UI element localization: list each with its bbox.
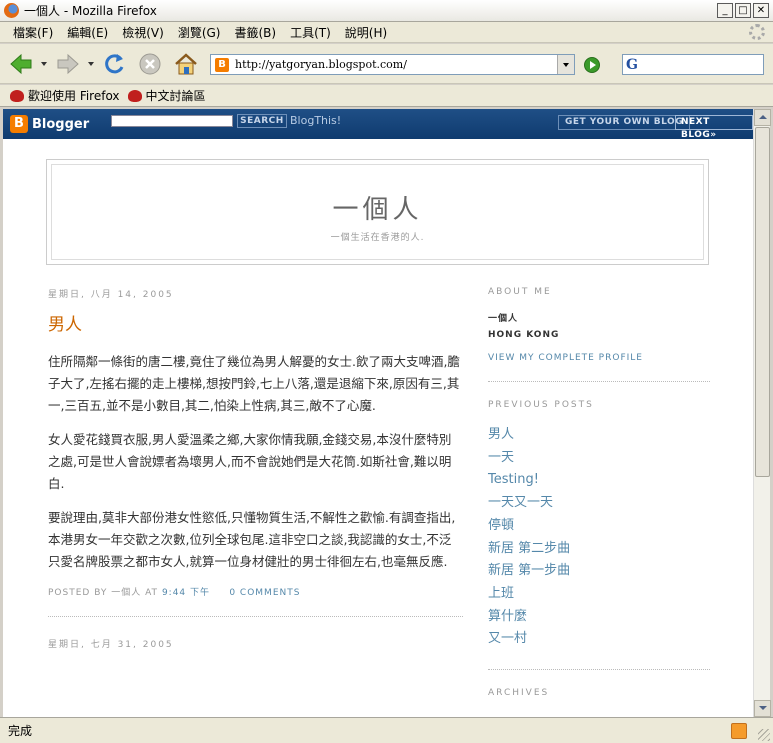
about-me-heading: ABOUT ME — [488, 287, 552, 297]
bookmark-icon — [10, 89, 24, 102]
page-viewport: B Blogger SEARCH BlogThis! GET YOUR OWN … — [3, 109, 753, 717]
blog-search-input[interactable] — [111, 115, 233, 127]
blogger-logo[interactable]: B Blogger — [10, 115, 89, 133]
bookmark-label: 中文討論區 — [145, 89, 206, 103]
blog-description: 一個生活在香港的人. — [330, 233, 425, 243]
menu-tools[interactable]: 工具(T) — [283, 24, 338, 41]
url-bar[interactable]: B http://yatgoryan.blogspot.com/ — [210, 54, 575, 75]
blogger-favicon-icon: B — [215, 57, 229, 72]
posted-by: POSTED BY 一個人 AT — [48, 588, 159, 598]
menu-go[interactable]: 瀏覽(G) — [171, 24, 228, 41]
next-blog-button[interactable]: NEXT BLOG» — [675, 115, 753, 140]
window-title: 一個人 - Mozilla Firefox — [24, 4, 157, 18]
url-text[interactable]: http://yatgoryan.blogspot.com/ — [235, 58, 407, 71]
bookmark-label: 歡迎使用 Firefox — [28, 89, 120, 103]
main-column: 星期日, 八月 14, 2005 男人 住所隔鄰一條街的唐二樓,竟住了幾位為男人… — [48, 287, 463, 660]
post-paragraph: 要說理由,莫非大部份港女性慾低,只懂物質生活,不解性之歡愉.有調查指出,本港男女… — [48, 510, 456, 569]
previous-post-link[interactable]: 新居 第一步曲 — [488, 560, 710, 583]
back-dropdown-icon[interactable] — [41, 62, 47, 66]
author-name: 一個人 — [488, 314, 519, 324]
back-arrow-icon[interactable] — [8, 51, 34, 77]
home-icon[interactable] — [173, 51, 199, 77]
url-history-dropdown[interactable] — [557, 55, 574, 74]
firefox-logo-icon — [4, 3, 19, 18]
post-body: 住所隔鄰一條街的唐二樓,竟住了幾位為男人解憂的女士.飲了兩大支啤酒,膽子大了,左… — [48, 351, 463, 573]
menu-view[interactable]: 檢視(V) — [115, 24, 171, 41]
blog-search-button[interactable]: SEARCH — [237, 114, 287, 128]
scroll-down-button[interactable] — [754, 700, 771, 717]
navigation-toolbar: B http://yatgoryan.blogspot.com/ G — [0, 44, 773, 84]
menu-file[interactable]: 檔案(F) — [6, 24, 60, 41]
previous-post-link[interactable]: 男人 — [488, 424, 710, 447]
vertical-scrollbar[interactable] — [753, 109, 771, 717]
post-time-link[interactable]: 9:44 下午 — [162, 588, 210, 598]
forward-dropdown-icon[interactable] — [88, 62, 94, 66]
forward-arrow-icon[interactable] — [55, 51, 81, 77]
menu-bar: 檔案(F) 編輯(E) 檢視(V) 瀏覽(G) 書籤(B) 工具(T) 說明(H… — [0, 22, 773, 43]
status-text: 完成 — [8, 724, 33, 738]
throbber-icon — [749, 24, 765, 40]
blogger-navbar: B Blogger SEARCH BlogThis! GET YOUR OWN … — [3, 109, 753, 140]
blogger-b-icon: B — [10, 115, 28, 133]
blogger-logo-text: Blogger — [32, 116, 90, 132]
menu-help[interactable]: 說明(H) — [338, 24, 394, 41]
comments-link[interactable]: 0 COMMENTS — [229, 588, 300, 598]
post-footer: POSTED BY 一個人 AT 9:44 下午 0 COMMENTS — [48, 585, 463, 617]
window-titlebar: 一個人 - Mozilla Firefox _ □ ✕ — [0, 0, 773, 22]
bookmark-welcome-firefox[interactable]: 歡迎使用 Firefox — [10, 87, 120, 104]
bookmark-icon — [127, 89, 142, 102]
go-button[interactable] — [584, 57, 600, 73]
previous-post-link[interactable]: 算什麼 — [488, 606, 710, 629]
post-paragraph: 住所隔鄰一條街的唐二樓,竟住了幾位為男人解憂的女士.飲了兩大支啤酒,膽子大了,左… — [48, 354, 460, 413]
resize-grip-icon[interactable] — [758, 729, 770, 741]
get-own-blog-button[interactable]: GET YOUR OWN BLOG — [558, 115, 691, 130]
blog-title[interactable]: 一個人 — [52, 189, 703, 226]
scroll-thumb[interactable] — [755, 127, 770, 477]
bookmarks-toolbar: 歡迎使用 Firefox 中文討論區 — [0, 85, 773, 107]
search-box[interactable]: G — [622, 54, 764, 75]
post-date: 星期日, 八月 14, 2005 — [48, 290, 174, 300]
previous-post-link[interactable]: 一天 — [488, 447, 710, 470]
sidebar: ABOUT ME 一個人 HONG KONG VIEW MY COMPLETE … — [488, 287, 710, 712]
view-profile-link[interactable]: VIEW MY COMPLETE PROFILE — [488, 353, 710, 382]
author-location: HONG KONG — [488, 330, 560, 340]
post-date: 星期日, 七月 31, 2005 — [48, 640, 174, 650]
previous-post-link[interactable]: 新居 第二步曲 — [488, 538, 710, 561]
google-search-engine-icon[interactable]: G — [626, 57, 638, 73]
previous-posts-list: 男人 一天 Testing! 一天又一天 停頓 新居 第二步曲 新居 第一步曲 … — [488, 424, 710, 671]
menu-bookmarks[interactable]: 書籤(B) — [227, 24, 283, 41]
reload-icon[interactable] — [101, 51, 127, 77]
archives-heading: ARCHIVES — [488, 688, 550, 699]
scroll-up-button[interactable] — [754, 109, 771, 126]
blog-header: 一個人 一個生活在香港的人. — [46, 159, 709, 265]
blogthis-link[interactable]: BlogThis! — [290, 114, 341, 127]
post-paragraph: 女人愛花錢買衣服,男人愛溫柔之鄉,大家你情我願,金錢交易,本沒什麼特別之處,可是… — [48, 432, 452, 491]
previous-post-link[interactable]: 又一村 — [488, 628, 710, 651]
previous-post-link[interactable]: Testing! — [488, 469, 710, 492]
bookmark-chinese-forum[interactable]: 中文討論區 — [127, 87, 206, 104]
rss-feed-icon[interactable] — [731, 723, 747, 739]
previous-post-link[interactable]: 一天又一天 — [488, 492, 710, 515]
maximize-button[interactable]: □ — [735, 3, 751, 18]
close-button[interactable]: ✕ — [753, 3, 769, 18]
menu-edit[interactable]: 編輯(E) — [60, 24, 115, 41]
status-bar: 完成 — [0, 717, 773, 743]
stop-icon[interactable] — [137, 51, 163, 77]
previous-post-link[interactable]: 停頓 — [488, 515, 710, 538]
post-title[interactable]: 男人 — [48, 310, 463, 335]
previous-posts-heading: PREVIOUS POSTS — [488, 400, 594, 410]
previous-post-link[interactable]: 上班 — [488, 583, 710, 606]
minimize-button[interactable]: _ — [717, 3, 733, 18]
